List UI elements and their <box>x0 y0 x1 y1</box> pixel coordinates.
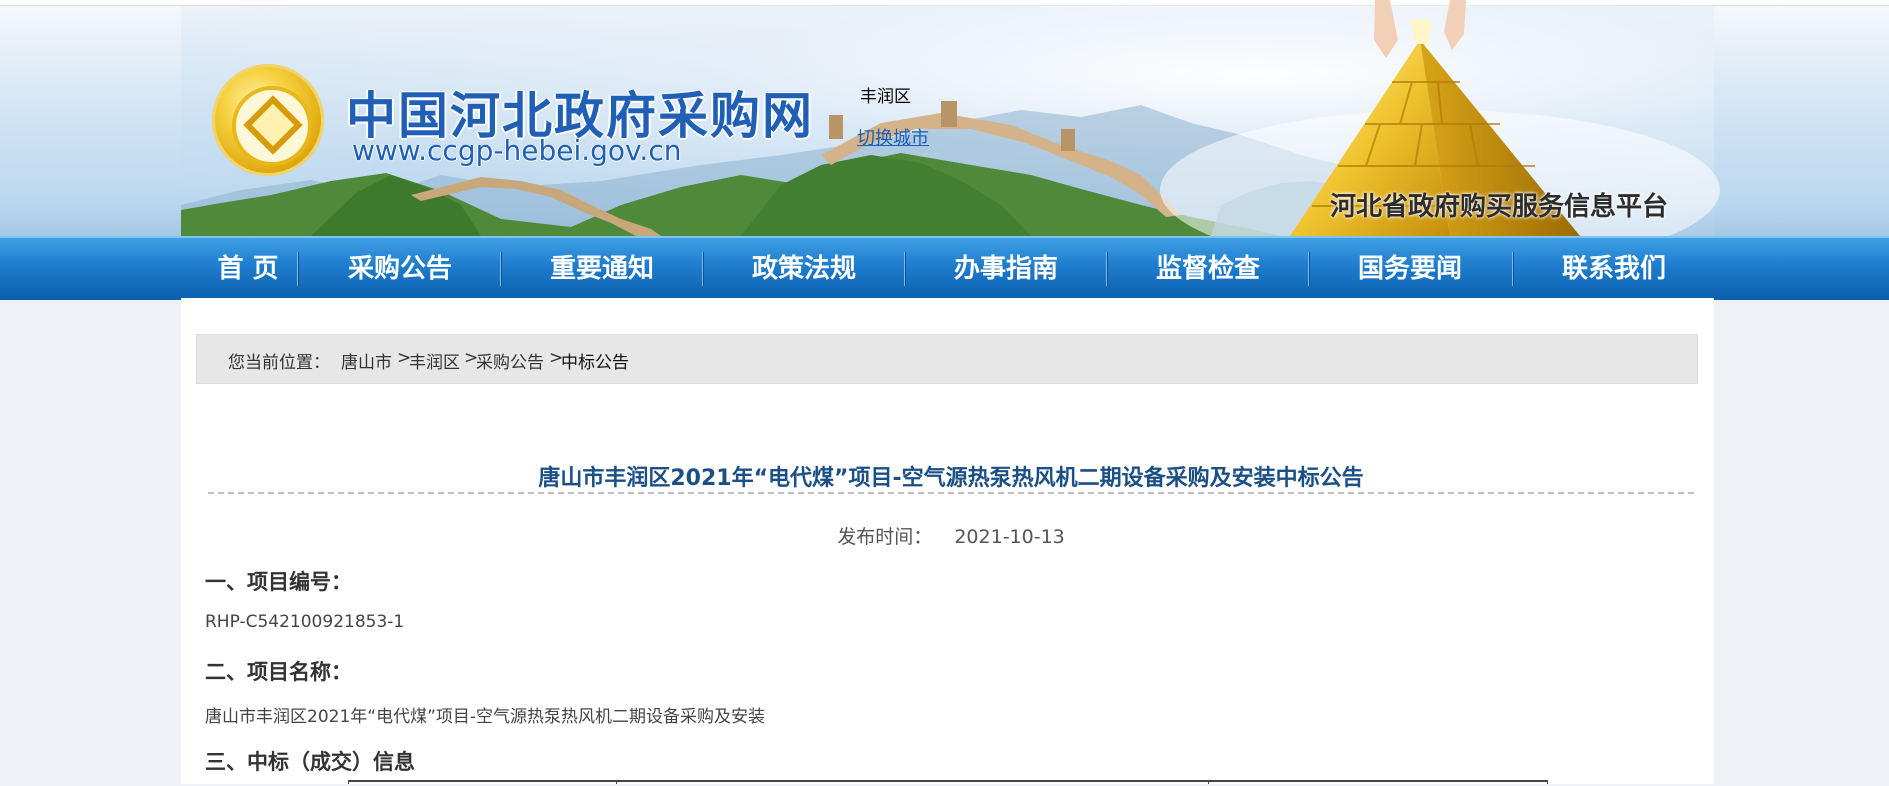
nav-item-contact[interactable]: 联系我们 <box>1514 238 1714 300</box>
nav-divider <box>297 252 299 286</box>
breadcrumb-item-procurement-notice[interactable]: 采购公告 <box>476 348 544 373</box>
breadcrumb-item-fengrun[interactable]: 丰润区 <box>409 348 460 373</box>
header-banner: 中国河北政府采购网 www.ccgp-hebei.gov.cn 丰润区 切换城市 <box>0 0 1889 236</box>
nav-item-home[interactable]: 首 页 <box>200 238 296 300</box>
nav-item-state-news[interactable]: 国务要闻 <box>1310 238 1510 300</box>
table-border <box>616 780 617 784</box>
breadcrumb-item-award-notice[interactable]: 中标公告 <box>561 348 629 373</box>
nav-item-supervision[interactable]: 监督检查 <box>1108 238 1308 300</box>
breadcrumb-label: 您当前位置： <box>228 353 330 373</box>
site-url: www.ccgp-hebei.gov.cn <box>352 134 682 167</box>
title-divider <box>208 492 1694 494</box>
nav-item-guide[interactable]: 办事指南 <box>906 238 1106 300</box>
nav-item-policy[interactable]: 政策法规 <box>704 238 904 300</box>
section-heading-project-number: 一、项目编号： <box>205 570 352 594</box>
article-title: 唐山市丰润区2021年“电代煤”项目-空气源热泵热风机二期设备采购及安装中标公告 <box>538 466 1364 491</box>
project-name-value: 唐山市丰润区2021年“电代煤”项目-空气源热泵热风机二期设备采购及安装 <box>205 707 766 727</box>
publish-label: 发布时间： <box>837 526 933 548</box>
main-navigation: 首 页 采购公告 重要通知 政策法规 办事指南 监督检查 国务要闻 联系我们 <box>0 236 1889 300</box>
table-border <box>1208 780 1209 784</box>
section-heading-award-info: 三、中标（成交）信息 <box>205 750 415 774</box>
nav-item-important-notice[interactable]: 重要通知 <box>502 238 702 300</box>
platform-name: 河北省政府购买服务信息平台 <box>1330 192 1669 222</box>
publish-info: 发布时间： 2021-10-13 <box>208 522 1694 549</box>
section-heading-project-name: 二、项目名称： <box>205 660 352 684</box>
nav-item-procurement-notice[interactable]: 采购公告 <box>300 238 500 300</box>
switch-city-link[interactable]: 切换城市 <box>857 124 929 150</box>
publish-date: 2021-10-13 <box>954 526 1065 548</box>
current-district: 丰润区 <box>860 87 911 107</box>
table-border <box>1547 780 1548 784</box>
table-border <box>348 780 349 784</box>
award-table <box>348 780 1548 786</box>
project-number-value: RHP-C542100921853-1 <box>205 612 405 632</box>
breadcrumb-item-tangshan[interactable]: 唐山市 <box>341 348 392 373</box>
